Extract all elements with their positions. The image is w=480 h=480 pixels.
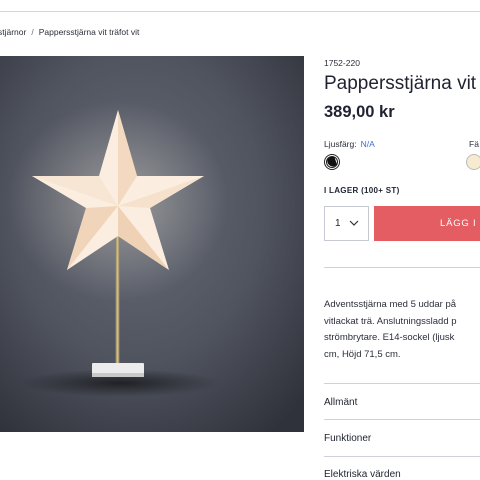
light-color-option: Ljusfärg: N/A [324, 139, 375, 149]
quantity-select[interactable]: 1 [324, 206, 369, 241]
description-line: strömbrytare. E14-sockel (ljusk [324, 332, 455, 343]
description-line: vitlackat trä. Anslutningssladd p [324, 315, 457, 327]
quantity-value: 1 [335, 218, 341, 229]
divider [324, 419, 480, 420]
accordion-functions[interactable]: Funktioner [324, 433, 371, 444]
divider [324, 456, 480, 457]
accordion-general[interactable]: Allmänt [324, 397, 357, 408]
paper-star-lamp-image[interactable] [0, 56, 304, 432]
divider [324, 267, 480, 268]
breadcrumb-separator: / [31, 27, 34, 37]
product-price: 389,00 kr [324, 103, 395, 121]
description-line: Adventsstjärna med 5 uddar på [324, 299, 457, 310]
header-divider [0, 11, 480, 12]
chevron-down-icon [349, 220, 359, 226]
product-title: Pappersstjärna vit [324, 73, 477, 94]
product-description: Adventsstjärna med 5 uddar på vitlackat … [324, 297, 480, 363]
breadcrumb: stjärnor / Pappersstjärna vit träfot vit [0, 27, 139, 37]
color-swatch-cream[interactable] [466, 154, 480, 170]
light-color-swatch[interactable] [324, 154, 340, 170]
breadcrumb-current: Pappersstjärna vit träfot vit [38, 27, 140, 37]
add-to-cart-button[interactable]: LÄGG I V [374, 206, 480, 241]
na-swatch-icon [326, 156, 338, 168]
description-line: cm, Höjd 71,5 cm. [324, 348, 401, 360]
divider [324, 383, 480, 384]
accordion-electrical-values[interactable]: Elektriska värden [324, 469, 401, 480]
stock-status: I LAGER (100+ ST) [324, 186, 400, 195]
light-color-label: Ljusfärg: [324, 139, 357, 149]
light-color-value: N/A [360, 139, 375, 149]
color-option-label: Fä [469, 139, 479, 149]
breadcrumb-parent[interactable]: stjärnor [0, 27, 26, 37]
product-sku: 1752-220 [324, 58, 360, 68]
